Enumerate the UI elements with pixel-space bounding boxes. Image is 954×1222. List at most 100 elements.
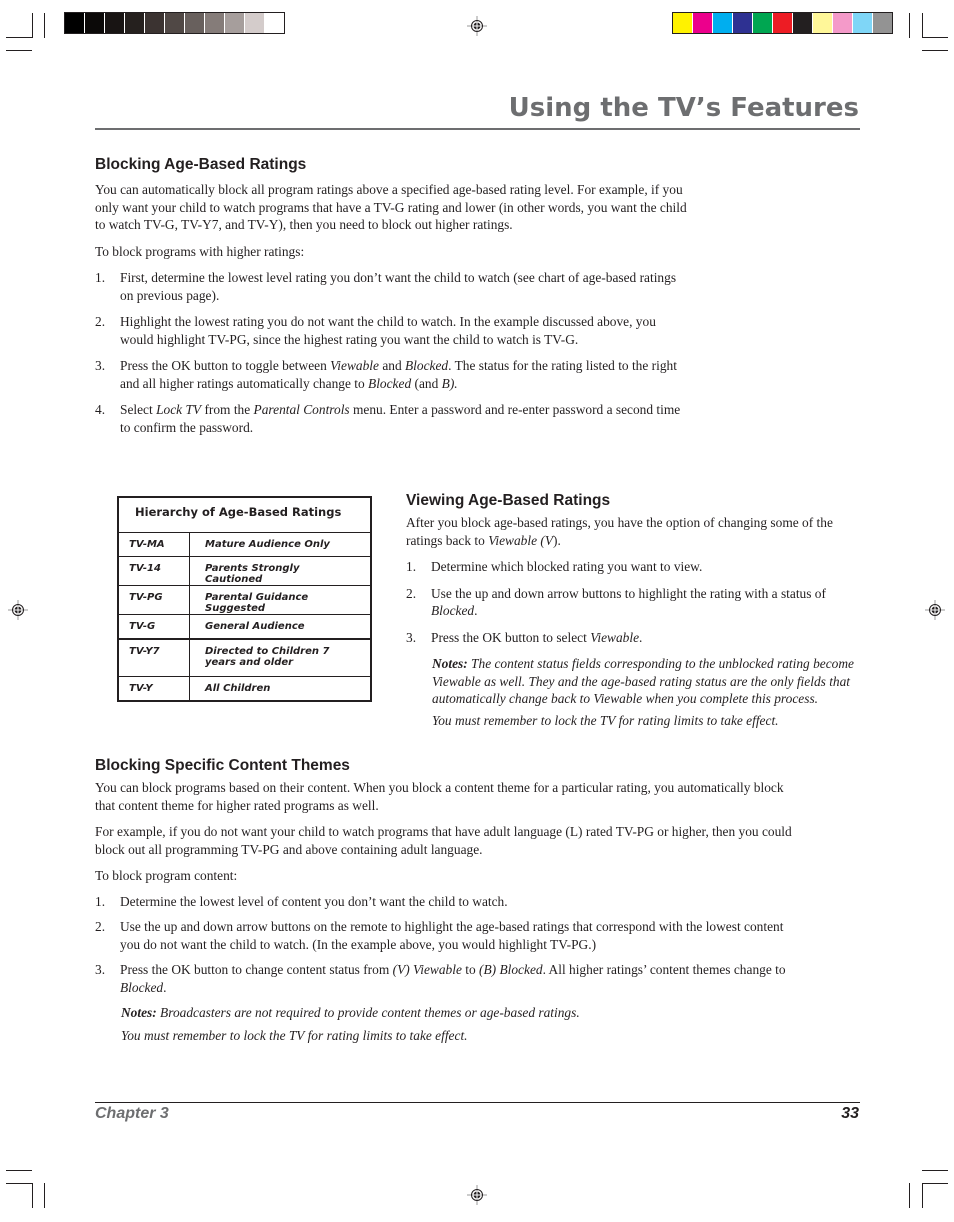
notes-label: Notes: xyxy=(432,656,468,671)
grayscale-swatch xyxy=(125,13,144,33)
section-heading: Viewing Age-Based Ratings xyxy=(406,492,611,509)
rating-description: General Audience xyxy=(189,614,372,639)
crop-mark xyxy=(909,1183,910,1208)
registration-mark-icon xyxy=(467,16,487,36)
list-item: 4. Select Lock TV from the Parental Cont… xyxy=(95,401,690,436)
list-number: 2. xyxy=(95,314,106,329)
paragraph: To block programs with higher ratings: xyxy=(95,243,305,259)
grayscale-swatch xyxy=(145,13,164,33)
notes-label: Notes: xyxy=(121,1005,157,1020)
list-item: 2. Highlight the lowest rating you do no… xyxy=(95,313,690,348)
rating-description: Parents Strongly Cautioned xyxy=(189,556,372,586)
crop-mark xyxy=(922,37,948,38)
list-item: 3. Press the OK button to select Viewabl… xyxy=(406,629,861,647)
list-item: 1. Determine which blocked rating you wa… xyxy=(406,558,861,576)
grayscale-calibration-bar xyxy=(64,12,285,34)
crop-mark xyxy=(922,1183,923,1208)
color-swatch xyxy=(733,13,752,33)
color-swatch xyxy=(873,13,892,33)
crop-mark xyxy=(909,13,910,38)
grayscale-swatch xyxy=(85,13,104,33)
registration-mark-icon xyxy=(467,1185,487,1205)
crop-mark xyxy=(44,13,45,38)
paragraph: For example, if you do not want your chi… xyxy=(95,824,792,857)
grayscale-swatch xyxy=(225,13,244,33)
table-row: TV-Y All Children xyxy=(117,676,372,701)
list-text: Press the OK button to toggle between Vi… xyxy=(120,358,677,391)
crop-mark xyxy=(6,1183,32,1184)
chapter-label: Chapter 3 xyxy=(95,1105,169,1122)
table-title: Hierarchy of Age-Based Ratings xyxy=(117,496,372,533)
section-heading: Blocking Age-Based Ratings xyxy=(95,156,307,173)
grayscale-swatch xyxy=(165,13,184,33)
color-swatch xyxy=(713,13,732,33)
rating-code: TV-Y xyxy=(117,676,190,701)
list-number: 3. xyxy=(95,962,106,977)
table-row: TV-PG Parental Guidance Suggested xyxy=(117,585,372,615)
grayscale-swatch xyxy=(265,13,284,33)
ratings-hierarchy-table: Hierarchy of Age-Based Ratings TV-MA Mat… xyxy=(117,496,372,702)
list-text: Use the up and down arrow buttons to hig… xyxy=(431,585,826,619)
list-text: Determine the lowest level of content yo… xyxy=(120,893,508,909)
rating-code: TV-MA xyxy=(117,532,190,557)
color-calibration-bar xyxy=(672,12,893,34)
notes: Notes: The content status fields corresp… xyxy=(432,656,854,706)
list-text: Determine which blocked rating you want … xyxy=(431,559,703,574)
list-number: 3. xyxy=(95,358,106,373)
table-header-row: Hierarchy of Age-Based Ratings xyxy=(117,496,372,533)
list-text: Use the up and down arrow buttons on the… xyxy=(120,919,784,952)
grayscale-swatch xyxy=(245,13,264,33)
grayscale-swatch xyxy=(185,13,204,33)
color-swatch xyxy=(773,13,792,33)
section-blocking-age-based-ratings: Blocking Age-Based Ratings You can autom… xyxy=(95,156,690,436)
list-item: 1. First, determine the lowest level rat… xyxy=(95,269,690,304)
crop-mark xyxy=(922,50,948,51)
color-swatch xyxy=(853,13,872,33)
section-heading: Blocking Specific Content Themes xyxy=(95,757,350,774)
crop-mark xyxy=(922,13,923,38)
grayscale-swatch xyxy=(105,13,124,33)
table-row: TV-G General Audience xyxy=(117,614,372,639)
list-text: Select Lock TV from the Parental Control… xyxy=(120,402,681,435)
page-number: 33 xyxy=(841,1105,859,1122)
color-swatch xyxy=(693,13,712,33)
grayscale-swatch xyxy=(205,13,224,33)
reminder: You must remember to lock the TV for rat… xyxy=(121,1027,468,1043)
list-number: 2. xyxy=(95,919,106,934)
registration-mark-icon xyxy=(8,600,28,620)
crop-mark xyxy=(922,1170,948,1171)
grayscale-swatch xyxy=(65,13,84,33)
list-item: 2. Use the up and down arrow buttons on … xyxy=(95,918,805,953)
crop-mark xyxy=(44,1183,45,1208)
crop-mark xyxy=(922,1183,948,1184)
crop-mark xyxy=(6,1170,32,1171)
registration-mark-icon xyxy=(925,600,945,620)
footer-rule xyxy=(95,1102,860,1103)
notes: Notes: Broadcasters are not required to … xyxy=(121,1005,580,1020)
color-swatch xyxy=(753,13,772,33)
reminder: You must remember to lock the TV for rat… xyxy=(432,712,779,728)
list-number: 4. xyxy=(95,402,106,417)
section-blocking-content-themes: Blocking Specific Content Themes You can… xyxy=(95,757,805,1044)
color-swatch xyxy=(673,13,692,33)
rating-code: TV-Y7 xyxy=(117,638,190,677)
rating-code: TV-PG xyxy=(117,585,190,615)
crop-mark xyxy=(6,37,32,38)
color-swatch xyxy=(833,13,852,33)
rating-description: Parental Guidance Suggested xyxy=(189,585,372,615)
paragraph: You can automatically block all program … xyxy=(95,182,687,232)
color-swatch xyxy=(813,13,832,33)
rating-description: All Children xyxy=(189,676,372,701)
rating-description: Directed to Children 7 years and older xyxy=(189,638,372,677)
list-number: 1. xyxy=(406,559,417,574)
list-number: 1. xyxy=(95,893,106,909)
table-row: TV-Y7 Directed to Children 7 years and o… xyxy=(117,638,372,677)
list-item: 3. Press the OK button to change content… xyxy=(95,961,805,996)
paragraph: After you block age-based ratings, you h… xyxy=(406,515,833,548)
table-row: TV-14 Parents Strongly Cautioned xyxy=(117,556,372,586)
table-row: TV-MA Mature Audience Only xyxy=(117,532,372,557)
list-number: 1. xyxy=(95,270,106,285)
section-viewing-age-based-ratings: Viewing Age-Based Ratings After you bloc… xyxy=(406,492,861,729)
page-title: Using the TV’s Features xyxy=(508,93,859,123)
crop-mark xyxy=(6,50,32,51)
